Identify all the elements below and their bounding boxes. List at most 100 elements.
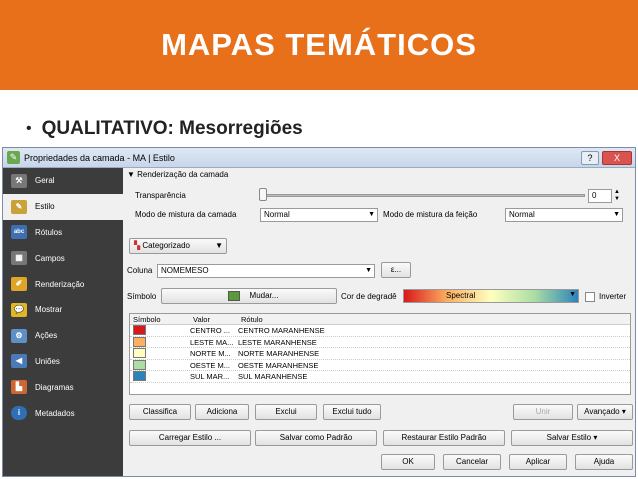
close-button[interactable]: X [602,150,632,165]
table-row[interactable]: LESTE MA... LESTE MARANHENSE [130,336,630,348]
invert-label: Inverter [599,292,627,301]
invert-checkbox[interactable] [585,292,595,302]
bullet-dot: • [26,120,32,137]
speech-bubble-icon: 💬 [11,302,27,317]
cancel-button[interactable]: Cancelar [443,454,501,470]
gear-icon: ⚙ [11,328,27,343]
chart-icon: ▙ [11,380,27,395]
slider-handle[interactable] [259,188,267,201]
categories-table: Símbolo Valor Rótulo CENTRO ... CENTRO MA… [129,313,631,395]
chevron-down-icon: ▼ [215,241,223,250]
apply-button[interactable]: Aplicar [509,454,567,470]
brush-icon: ✎ [11,199,27,214]
sidebar-item-label: Diagramas [35,382,74,392]
sidebar-item-diagramas[interactable]: ▙ Diagramas [3,374,123,400]
chevron-down-icon: ▼ [368,211,375,218]
table-row[interactable]: NORTE M... NORTE MARANHENSE [130,348,630,360]
symbol-swatch [133,371,146,382]
save-default-button[interactable]: Salvar como Padrão [255,430,377,446]
sidebar-item-label: Metadados [35,408,75,418]
style-panel: ▼ Renderização da camada Transparência 0… [125,168,635,476]
load-style-button[interactable]: Carregar Estilo ... [129,430,251,446]
paintbrush-icon: ✐ [11,277,27,292]
ok-button[interactable]: OK [381,454,435,470]
save-style-button[interactable]: Salvar Estilo ▾ [511,430,633,446]
table-header: Símbolo Valor Rótulo [130,314,630,325]
table-icon: ▦ [11,251,27,266]
help-button[interactable]: Ajuda [575,454,633,470]
sidebar-item-acoes[interactable]: ⚙ Ações [3,323,123,349]
sidebar-item-geral[interactable]: ⚒ Geral [3,168,123,194]
delete-all-button[interactable]: Exclui tudo [323,404,381,420]
join-button[interactable]: Unir [513,404,573,420]
abc-icon: abc [11,225,27,240]
symbol-swatch [133,325,146,336]
sidebar-item-mostrar[interactable]: 💬 Mostrar [3,297,123,323]
sidebar-item-rotulos[interactable]: abc Rótulos [3,220,123,246]
blend-layer-label: Modo de mistura da camada [135,210,237,219]
sidebar-item-label: Ações [35,331,58,341]
render-group-header[interactable]: ▼ Renderização da camada [127,170,228,179]
wrench-icon: ⚒ [11,173,27,188]
symbol-label: Símbolo [127,292,157,301]
blend-feature-label: Modo de mistura da feição [383,210,478,219]
color-ramp-select[interactable]: Spectral ▼ [403,289,579,303]
sidebar-item-unioes[interactable]: ◀ Uniões [3,349,123,375]
chevron-down-icon: ▼ [613,211,620,218]
column-label: Coluna [127,266,153,275]
header-value[interactable]: Valor [190,314,238,324]
spinbox-arrows-icon[interactable]: ▲ ▼ [614,189,622,203]
transparency-slider[interactable] [263,194,585,197]
table-row[interactable]: SUL MAR... SUL MARANHENSE [130,371,630,383]
sidebar-item-metadados[interactable]: i Metadados [3,400,123,426]
sidebar-item-label: Mostrar [35,305,63,315]
chevron-down-icon: ▾ [593,433,598,442]
sidebar-item-label: Campos [35,253,65,263]
color-ramp-label: Cor de degradê [341,292,397,301]
symbol-swatch [133,336,146,347]
table-row[interactable]: OESTE M... OESTE MARANHENSE [130,359,630,371]
advanced-button[interactable]: Avançado ▾ [577,404,633,420]
symbol-swatch [228,291,240,301]
sidebar-item-label: Renderização [35,279,85,289]
window-title: Propriedades da camada - MA | Estilo [24,152,175,163]
help-title-button[interactable]: ? [581,150,599,165]
join-icon: ◀ [11,354,27,369]
sidebar-item-label: Rótulos [35,227,63,237]
add-button[interactable]: Adiciona [195,404,249,420]
header-label[interactable]: Rótulo [238,314,263,324]
expression-button[interactable]: ε... [381,262,411,278]
sidebar-item-campos[interactable]: ▦ Campos [3,245,123,271]
chevron-down-icon: ▾ [621,407,626,416]
blend-layer-select[interactable]: Normal ▼ [260,208,378,222]
slide-banner: MAPAS TEMÁTICOS [0,0,638,90]
slide-title: MAPAS TEMÁTICOS [161,27,477,62]
blend-feature-select[interactable]: Normal ▼ [505,208,623,222]
classify-button[interactable]: Classifica [129,404,191,420]
chevron-down-icon: ▼ [569,291,576,298]
symbol-swatch [133,359,146,370]
column-select[interactable]: NOMEMESO ▼ [157,264,375,278]
bullet-text: QUALITATIVO: Mesorregiões [41,118,303,139]
sidebar: ⚒ Geral ✎ Estilo abc Rótulos ▦ Campos ✐ Rende… [3,168,123,476]
transparency-spinbox[interactable]: 0 [588,189,612,203]
qgis-app-icon: ✎ [7,151,20,164]
table-row[interactable]: CENTRO ... CENTRO MARANHENSE [130,325,630,337]
restore-default-button[interactable]: Restaurar Estilo Padrão [383,430,505,446]
slide-bullet: • QUALITATIVO: Mesorregiões [26,118,303,140]
renderer-type-select[interactable]: ▚ Categorizado ▼ [129,238,227,254]
info-icon: i [11,406,27,421]
collapse-triangle-icon: ▼ [127,170,138,179]
sidebar-item-label: Uniões [35,356,60,366]
change-symbol-button[interactable]: Mudar... [161,288,337,304]
header-symbol[interactable]: Símbolo [130,314,190,324]
transparency-label: Transparência [135,191,186,200]
chevron-down-icon: ▼ [365,267,372,274]
delete-button[interactable]: Exclui [255,404,317,420]
sidebar-item-label: Estilo [35,202,55,212]
layer-properties-window: ✎ Propriedades da camada - MA | Estilo ?… [2,147,636,477]
sidebar-item-renderizacao[interactable]: ✐ Renderização [3,271,123,297]
sidebar-item-estilo[interactable]: ✎ Estilo [3,193,123,220]
render-group-label: Renderização da camada [137,170,229,179]
sidebar-item-label: Geral [35,176,55,186]
